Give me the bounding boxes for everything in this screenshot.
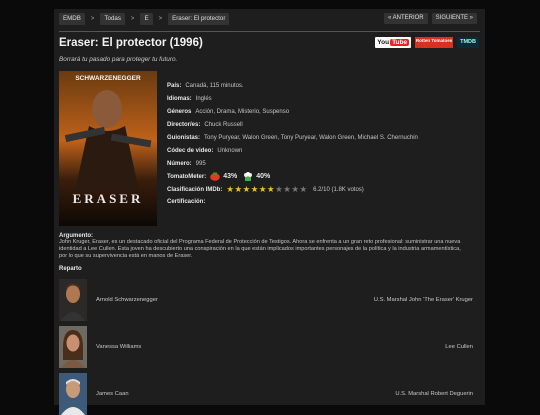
next-button[interactable]: SIGUIENTE » bbox=[431, 13, 477, 24]
youtube-logo-tube: Tube bbox=[390, 39, 410, 46]
youtube-link[interactable]: You Tube bbox=[375, 37, 412, 48]
cast-label: Reparto bbox=[59, 266, 82, 272]
cast-member[interactable]: Arnold Schwarzenegger U.S. Marshal John … bbox=[59, 279, 479, 321]
detail-genres: Géneros Acción, Drama, Misterio, Suspenso bbox=[167, 109, 290, 116]
person-photo-icon bbox=[59, 373, 87, 415]
breadcrumb-separator: > bbox=[90, 16, 95, 22]
popcorn-icon bbox=[244, 172, 253, 182]
tmdb-link[interactable]: TMDB bbox=[457, 37, 479, 48]
imdb-stars: ★ ★ ★ ★ ★ ★ ★ ★ ★ ★ bbox=[226, 185, 307, 194]
star-icon: ★ bbox=[266, 184, 275, 195]
star-icon: ★ bbox=[250, 184, 259, 195]
star-icon: ★ bbox=[299, 184, 308, 195]
person-photo-icon bbox=[59, 326, 87, 368]
detail-directors: Director/es: Chuck Russell bbox=[167, 122, 243, 129]
movie-tagline: Borrará tu pasado para proteger tu futur… bbox=[59, 56, 178, 63]
breadcrumb-todas[interactable]: Todas bbox=[100, 13, 125, 25]
page-title: Eraser: El protector (1996) bbox=[59, 37, 203, 49]
detail-country: País: Canadá, 115 minutos. bbox=[167, 83, 244, 90]
cast-role: Lee Cullen bbox=[445, 344, 473, 350]
imdb-rating-text: 6.2/10 (1.8K votos) bbox=[313, 186, 364, 193]
star-icon: ★ bbox=[234, 184, 243, 195]
cast-name[interactable]: Arnold Schwarzenegger bbox=[96, 297, 158, 303]
star-icon: ★ bbox=[275, 184, 283, 195]
movie-poster[interactable]: SCHWARZENEGGER ERASER bbox=[59, 71, 157, 226]
pager: « ANTERIOR SIGUIENTE » bbox=[383, 13, 477, 24]
person-photo-icon bbox=[59, 279, 87, 321]
header-divider bbox=[59, 31, 480, 32]
cast-photo[interactable] bbox=[59, 326, 87, 368]
star-icon: ★ bbox=[226, 184, 234, 195]
movie-details: País: Canadá, 115 minutos. Idiomas: Inglés… bbox=[167, 80, 418, 209]
cast-photo[interactable] bbox=[59, 373, 87, 415]
breadcrumb-letter[interactable]: E bbox=[140, 13, 153, 25]
youtube-logo-you: You bbox=[377, 39, 390, 46]
star-icon: ★ bbox=[283, 184, 291, 195]
poster-artwork: SCHWARZENEGGER ERASER bbox=[59, 71, 157, 226]
critics-score: 43% bbox=[223, 173, 238, 181]
detail-tomatometer: TomatoMeter: 43% 40% bbox=[167, 172, 271, 182]
detail-video-codec: Códec de video: Unknown bbox=[167, 147, 243, 154]
cast-role: U.S. Marshal John 'The Eraser' Kruger bbox=[373, 297, 473, 303]
cast-name[interactable]: Vanessa Williams bbox=[96, 344, 141, 350]
external-links: You Tube Rotten Tomatoes TMDB bbox=[375, 37, 479, 48]
detail-certification: Certificación: bbox=[167, 199, 206, 206]
breadcrumb-emdb[interactable]: EMDB bbox=[59, 13, 85, 25]
cast-name[interactable]: James Caan bbox=[96, 391, 129, 397]
cast-member[interactable]: Vanessa Williams Lee Cullen bbox=[59, 326, 479, 368]
detail-writers: Guionistas: Tony Puryear, Walon Green, To… bbox=[167, 135, 418, 141]
cast-photo[interactable] bbox=[59, 279, 87, 321]
star-icon: ★ bbox=[242, 184, 251, 195]
movie-panel: EMDB > Todas > E > Eraser: El protector … bbox=[54, 9, 485, 415]
cast-role: U.S. Marshal Robert Deguerin bbox=[395, 391, 473, 397]
rotten-splat-icon bbox=[210, 172, 221, 181]
breadcrumb: EMDB > Todas > E > Eraser: El protector bbox=[59, 13, 230, 25]
audience-score: 40% bbox=[256, 173, 271, 181]
breadcrumb-current[interactable]: Eraser: El protector bbox=[168, 13, 230, 25]
detail-imdb-rating: Clasificación IMDb: ★ ★ ★ ★ ★ ★ ★ ★ ★ ★ 6.2/10 (1… bbox=[167, 184, 364, 195]
cast-member[interactable]: James Caan U.S. Marshal Robert Deguerin bbox=[59, 373, 479, 415]
poster-actor-name: SCHWARZENEGGER bbox=[75, 75, 141, 82]
argument-text: John Kruger, Eraser, es un destacado ofi… bbox=[59, 239, 461, 260]
rotten-tomatoes-link[interactable]: Rotten Tomatoes bbox=[415, 37, 454, 48]
breadcrumb-separator: > bbox=[158, 16, 163, 22]
poster-title: ERASER bbox=[73, 191, 144, 206]
detail-number: Número: 995 bbox=[167, 160, 206, 167]
star-icon: ★ bbox=[258, 184, 267, 195]
previous-button[interactable]: « ANTERIOR bbox=[383, 13, 428, 24]
star-icon: ★ bbox=[291, 184, 299, 195]
breadcrumb-separator: > bbox=[130, 16, 135, 22]
detail-languages: Idiomas: Inglés bbox=[167, 96, 212, 103]
